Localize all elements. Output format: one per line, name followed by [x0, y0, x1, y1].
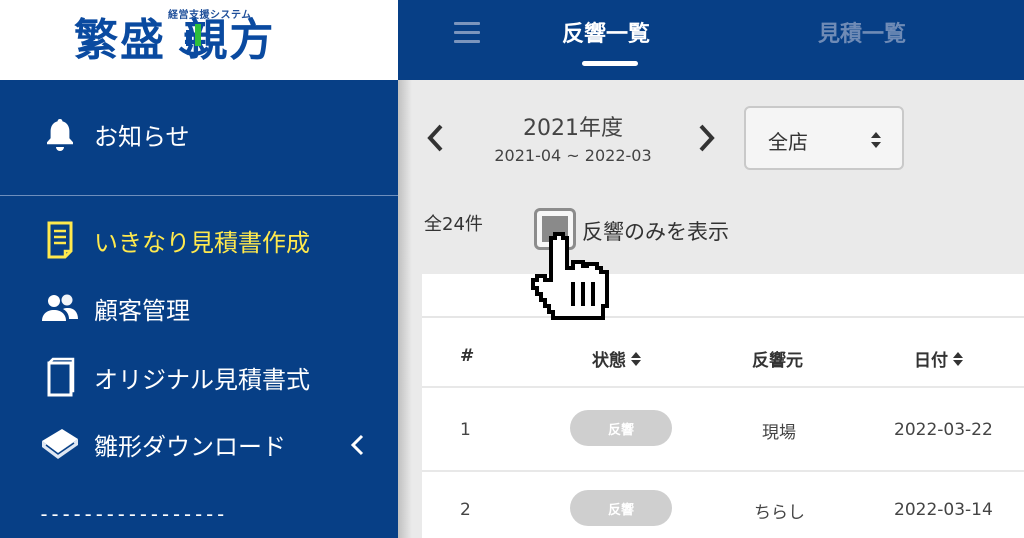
sidebar-divider [0, 195, 398, 196]
document-icon [40, 220, 80, 260]
active-tab-underline [582, 61, 638, 66]
store-select[interactable]: 全店 [744, 106, 904, 170]
select-sort-arrows-icon [871, 132, 881, 148]
main-content: 2021年度 2021-04 ~ 2022-03 全店 全24件 反響のみを表示… [398, 80, 1024, 538]
chevron-left-icon [427, 124, 443, 152]
status-badge: 反響 [570, 410, 672, 446]
column-header-date[interactable]: 日付 [914, 346, 964, 371]
sidebar-item-label: いきなり見積書作成 [94, 228, 310, 257]
row-divider [422, 470, 1024, 472]
row-date: 2022-03-22 [894, 420, 993, 440]
download-book-icon [40, 424, 80, 464]
result-count: 全24件 [424, 214, 483, 235]
row-source: 現場 [762, 423, 796, 443]
users-icon [40, 288, 80, 328]
prev-year-button[interactable] [420, 118, 450, 158]
column-header-status[interactable]: 状態 [592, 346, 642, 371]
tab-response-list[interactable]: 反響一覧 [562, 20, 650, 50]
chevron-right-icon [699, 124, 715, 152]
sort-icon [631, 351, 641, 366]
column-header-source: 反響元 [752, 351, 803, 371]
row-number: 1 [460, 420, 471, 440]
book-icon [40, 357, 80, 397]
sidebar-item-label: オリジナル見積書式 [94, 365, 310, 394]
hamburger-menu-icon[interactable] [454, 22, 480, 46]
table-toolbar [422, 274, 1024, 318]
response-table: # 状態 反響元 日付 1 反響 現場 2022-03-22 2 反響 ちらし … [422, 274, 1024, 538]
sidebar-item-label: 雛形ダウンロード [94, 432, 286, 461]
sidebar-item-quick-estimate[interactable]: いきなり見積書作成 [40, 220, 310, 260]
column-header-number: # [460, 346, 475, 366]
sidebar-dashes: ----------------- [38, 502, 227, 526]
logo-area[interactable]: 経営支援システム 繁盛 親方 [0, 0, 398, 80]
sidebar-item-template-download[interactable]: 雛形ダウンロード [40, 424, 286, 464]
status-badge: 反響 [570, 490, 672, 526]
bell-icon [40, 114, 80, 154]
logo-title: 繁盛 親方 [74, 15, 276, 66]
sidebar-item-original-estimate-format[interactable]: オリジナル見積書式 [40, 357, 310, 397]
sidebar-item-notifications[interactable]: お知らせ [40, 114, 190, 154]
store-select-value: 全店 [768, 130, 808, 154]
row-date: 2022-03-14 [894, 500, 993, 520]
table-header-divider [422, 386, 1024, 388]
row-number: 2 [460, 500, 471, 520]
fiscal-year-range: 2021-04 ~ 2022-03 [494, 146, 652, 165]
tab-estimate-list[interactable]: 見積一覧 [818, 20, 906, 50]
sidebar-item-customers[interactable]: 顧客管理 [40, 288, 190, 328]
sidebar: 経営支援システム 繁盛 親方 お知らせ いきなり見積書作成 顧客管理 オリジナル… [0, 0, 398, 538]
top-nav-bar: 反響一覧 見積一覧 [398, 0, 1024, 80]
fiscal-year-label: 2021年度 [523, 116, 623, 141]
expand-chevron-icon[interactable] [345, 425, 369, 465]
sidebar-item-label: お知らせ [94, 122, 190, 151]
hand-pointer-cursor-icon [531, 232, 609, 320]
sidebar-item-label: 顧客管理 [94, 296, 190, 325]
next-year-button[interactable] [692, 118, 722, 158]
logo-bar-mark-icon [178, 24, 210, 56]
sort-icon [953, 351, 963, 366]
row-source: ちらし [754, 503, 805, 523]
sidebar-shadow [398, 80, 412, 538]
